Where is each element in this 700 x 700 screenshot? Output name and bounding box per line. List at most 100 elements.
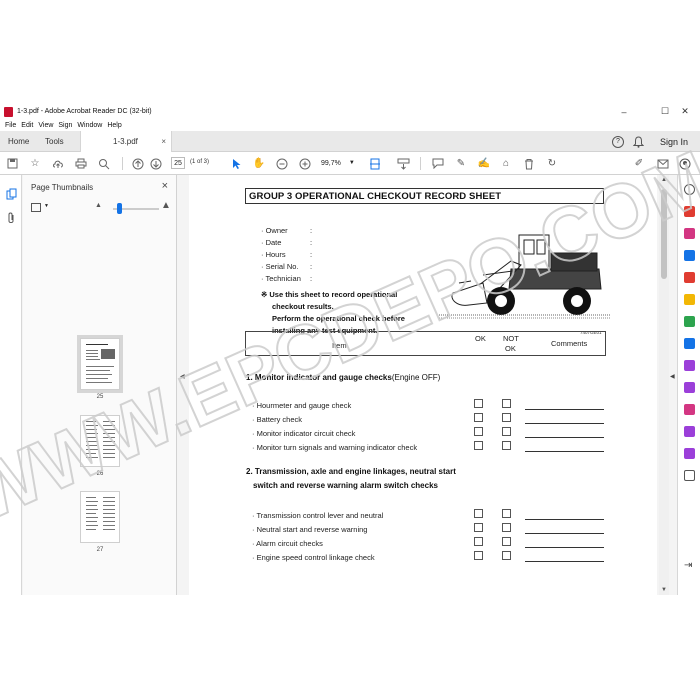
menu-file[interactable]: File [5,122,16,129]
not-ok-checkbox[interactable] [502,441,511,450]
scroll-down-icon[interactable]: ▼ [661,587,667,593]
next-page-icon[interactable] [150,156,162,171]
zoom-level-select[interactable]: 99,7% ▼ [321,157,357,169]
not-ok-checkbox[interactable] [502,509,511,518]
upload-cloud-icon[interactable] [52,156,64,171]
menu-window[interactable]: Window [77,122,102,129]
not-ok-checkbox[interactable] [502,399,511,408]
ok-checkbox[interactable] [474,399,483,408]
edit-pdf-icon[interactable]: ✐ [633,156,645,171]
comment-tool-icon[interactable] [684,294,695,305]
tab-home[interactable]: Home [8,131,29,152]
edit-pdf-tool-icon[interactable] [684,250,695,261]
large-mountain-icon[interactable]: ▲ [161,200,171,211]
fit-page-icon[interactable] [368,156,382,171]
comment-line[interactable] [525,533,604,534]
comment-line[interactable] [525,547,604,548]
notifications-button[interactable] [633,131,644,152]
menu-edit[interactable]: Edit [21,122,33,129]
expand-panel-icon[interactable]: ⇥ [684,560,695,571]
comment-line[interactable] [525,437,604,438]
highlight-pen-icon[interactable]: ✎ [455,156,467,171]
previous-page-icon[interactable] [132,156,144,171]
comment-icon[interactable] [432,156,444,171]
ok-checkbox[interactable] [474,441,483,450]
zoom-out-icon[interactable] [276,156,288,171]
main-toolbar: ☆ 25 (1 of 3) ✋ 99,7% ▼ ✎ ✍ ⌂ ↻ ✐ [0,152,700,175]
thumbnail-page-25[interactable] [80,338,120,390]
prepare-form-icon[interactable] [684,426,695,437]
account-icon[interactable] [679,156,691,171]
scan-ocr-icon[interactable] [684,338,695,349]
scroll-up-icon[interactable]: ▲ [661,177,667,183]
thumbnail-size-slider-handle[interactable] [117,203,122,214]
scroll-mode-icon[interactable] [396,156,410,171]
comment-line[interactable] [525,561,604,562]
stamp-icon[interactable]: ⌂ [500,156,512,171]
not-ok-checkbox[interactable] [502,427,511,436]
zoom-search-icon[interactable] [98,156,110,171]
comment-line[interactable] [525,451,604,452]
ok-checkbox[interactable] [474,509,483,518]
more-tools-icon[interactable] [684,470,695,481]
collapse-right-panel-icon[interactable]: ◀ [670,373,675,380]
close-window-button[interactable]: ✕ [670,103,700,120]
section-2-title-line1: 2. Transmission, axle and engine linkage… [246,467,456,476]
thumbnail-options-icon[interactable] [31,203,41,212]
field-colon: : [310,226,313,235]
tab-tools[interactable]: Tools [45,131,64,152]
draw-signature-icon[interactable]: ✍ [478,156,490,171]
not-ok-checkbox[interactable] [502,523,511,532]
fill-sign-icon[interactable] [684,360,695,371]
close-panel-icon[interactable]: × [162,180,168,192]
bookmark-star-icon[interactable]: ☆ [29,156,41,171]
scrollbar-thumb[interactable] [661,189,667,279]
ok-checkbox[interactable] [474,551,483,560]
minimize-button[interactable]: – [609,103,639,120]
menu-sign[interactable]: Sign [58,122,72,129]
not-ok-checkbox[interactable] [502,537,511,546]
page-number-input[interactable]: 25 [171,157,185,169]
export-pdf-icon[interactable] [684,206,695,217]
comment-line[interactable] [525,409,604,410]
send-for-signature-icon[interactable] [684,382,695,393]
attachments-paperclip-icon[interactable] [5,211,17,224]
collapse-left-panel-icon[interactable]: ◀ [180,373,185,380]
vertical-scrollbar[interactable]: ▲ ▼ [659,175,669,595]
ok-checkbox[interactable] [474,523,483,532]
organize-pages-icon[interactable] [684,316,695,327]
small-mountain-icon[interactable]: ▲ [95,202,102,209]
combine-files-icon[interactable] [684,272,695,283]
share-email-icon[interactable] [657,156,669,171]
ok-checkbox[interactable] [474,427,483,436]
create-pdf-icon[interactable] [684,228,695,239]
menu-bar: File Edit View Sign Window Help [0,120,700,131]
not-ok-checkbox[interactable] [502,551,511,560]
request-signature-icon[interactable] [684,448,695,459]
rotate-icon[interactable]: ↻ [546,156,558,171]
zoom-in-icon[interactable] [299,156,311,171]
thumbnail-page-26[interactable] [80,415,120,467]
search-tools-icon[interactable] [684,184,695,195]
check-item: · Hourmeter and gauge check [252,401,352,410]
menu-help[interactable]: Help [107,122,121,129]
tab-document[interactable]: 1-3.pdf × [80,131,172,152]
help-button[interactable]: ? [612,131,624,152]
protect-pdf-icon[interactable] [684,404,695,415]
save-icon[interactable] [6,156,18,171]
ok-checkbox[interactable] [474,413,483,422]
sign-in-link[interactable]: Sign In [660,131,688,152]
ok-checkbox[interactable] [474,537,483,546]
not-ok-checkbox[interactable] [502,413,511,422]
delete-icon[interactable] [523,156,535,171]
menu-view[interactable]: View [38,122,53,129]
comment-line[interactable] [525,519,604,520]
print-icon[interactable] [75,156,87,171]
comment-line[interactable] [525,423,604,424]
title-bar: 1-3.pdf - Adobe Acrobat Reader DC (32-bi… [0,103,700,120]
page-thumbnails-icon[interactable] [5,187,17,200]
hand-tool-icon[interactable]: ✋ [253,156,265,171]
thumbnail-page-27[interactable] [80,491,120,543]
select-cursor-icon[interactable] [231,156,243,171]
close-tab-icon[interactable]: × [161,137,166,146]
